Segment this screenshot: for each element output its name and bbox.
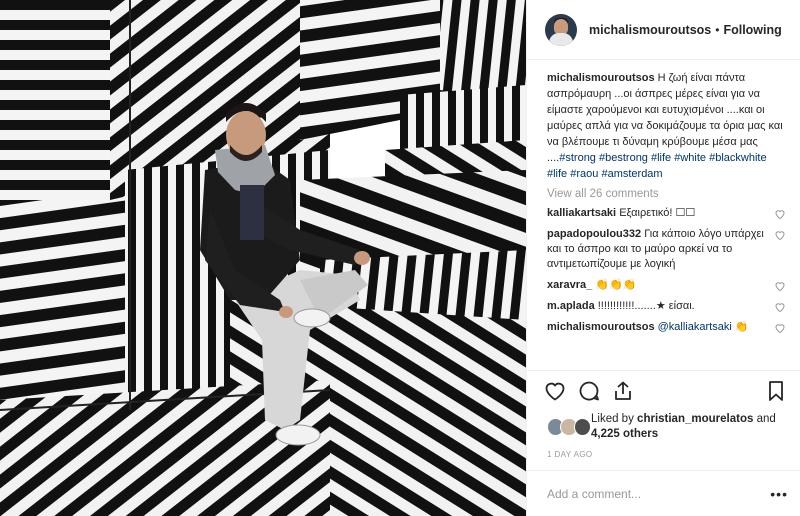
hashtag[interactable]: #strong [559, 152, 596, 164]
header-username[interactable]: michalismouroutsos [589, 23, 711, 37]
header-separator: • [715, 22, 720, 37]
hashtag[interactable]: #life [547, 168, 567, 180]
striped-room-photo [0, 0, 526, 516]
comment-username[interactable]: kalliakartsaki [547, 207, 616, 219]
action-bar [527, 370, 800, 410]
add-comment-bar: ••• [527, 470, 800, 516]
avatar[interactable] [573, 418, 591, 436]
hashtag[interactable]: #raou [570, 168, 598, 180]
post-photo[interactable] [0, 0, 526, 516]
following-button[interactable]: Following [723, 23, 781, 37]
comment-row: kalliakartsaki Εξαιρετικό! ☐☐ [547, 206, 786, 221]
comment-icon[interactable] [577, 379, 601, 403]
post-side-panel: michalismouroutsos • Following michalism… [526, 0, 800, 516]
liker-username[interactable]: christian_mourelatos [637, 413, 753, 425]
comment-row: papadopoulou332 Για κάποιο λόγο υπάρχει … [547, 227, 786, 272]
comments-section: michalismouroutsos Η ζωή είναι πάντα ασπ… [527, 60, 800, 370]
comment-row: m.aplada !!!!!!!!!!!!.......★ είσαι. [547, 299, 786, 314]
more-options-icon[interactable]: ••• [770, 486, 788, 502]
comment-row: xaravra_ 👏👏👏 [547, 278, 786, 293]
comment-body: !!!!!!!!!!!!.......★ είσαι. [597, 300, 695, 312]
hashtag[interactable]: #life [651, 152, 671, 164]
likes-joiner: and [756, 413, 776, 425]
comment-text: kalliakartsaki Εξαιρετικό! ☐☐ [547, 206, 695, 221]
comment-text: m.aplada !!!!!!!!!!!!.......★ είσαι. [547, 299, 695, 314]
comment-text: xaravra_ 👏👏👏 [547, 278, 636, 293]
comment-mention[interactable]: @kalliakartsaki [658, 321, 732, 333]
add-comment-input[interactable] [547, 486, 747, 501]
comment-username[interactable]: michalismouroutsos [547, 321, 655, 333]
instagram-post: michalismouroutsos • Following michalism… [0, 0, 800, 516]
heart-icon[interactable] [774, 229, 786, 241]
liker-avatars [547, 418, 591, 436]
hashtag[interactable]: #white [674, 152, 706, 164]
comment-body: 👏 [734, 321, 749, 333]
comment-username[interactable]: xaravra_ [547, 279, 592, 291]
comment-row: michalismouroutsos @kalliakartsaki 👏 [547, 320, 786, 335]
likes-text: Liked by christian_mourelatos and 4,225 … [591, 412, 788, 442]
likes-prefix: Liked by [591, 413, 634, 425]
comment-text: michalismouroutsos @kalliakartsaki 👏 [547, 320, 749, 335]
likes-count[interactable]: 4,225 others [591, 428, 658, 440]
heart-icon[interactable] [774, 280, 786, 292]
view-all-comments-link[interactable]: View all 26 comments [547, 188, 786, 200]
share-icon[interactable] [611, 379, 635, 403]
comment-username[interactable]: papadopoulou332 [547, 228, 641, 240]
post-timestamp[interactable]: 1 DAY AGO [527, 444, 800, 470]
hashtag[interactable]: #blackwhite [709, 152, 766, 164]
hashtag[interactable]: #bestrong [599, 152, 648, 164]
heart-icon[interactable] [543, 379, 567, 403]
caption-text: Η ζωή είναι πάντα ασπρόμαυρη ...οι άσπρε… [547, 72, 783, 164]
bookmark-icon[interactable] [764, 379, 788, 403]
likes-summary: Liked by christian_mourelatos and 4,225 … [527, 410, 800, 444]
heart-icon[interactable] [774, 301, 786, 313]
heart-icon[interactable] [774, 208, 786, 220]
post-header: michalismouroutsos • Following [527, 0, 800, 60]
heart-icon[interactable] [774, 322, 786, 334]
comment-username[interactable]: m.aplada [547, 300, 595, 312]
comment-text: papadopoulou332 Για κάποιο λόγο υπάρχει … [547, 227, 765, 272]
caption-username[interactable]: michalismouroutsos [547, 72, 655, 84]
post-caption: michalismouroutsos Η ζωή είναι πάντα ασπ… [547, 70, 786, 182]
avatar[interactable] [545, 13, 577, 46]
comment-body: Εξαιρετικό! ☐☐ [619, 207, 696, 219]
hashtag[interactable]: #amsterdam [601, 168, 662, 180]
comment-body: 👏👏👏 [595, 279, 637, 291]
